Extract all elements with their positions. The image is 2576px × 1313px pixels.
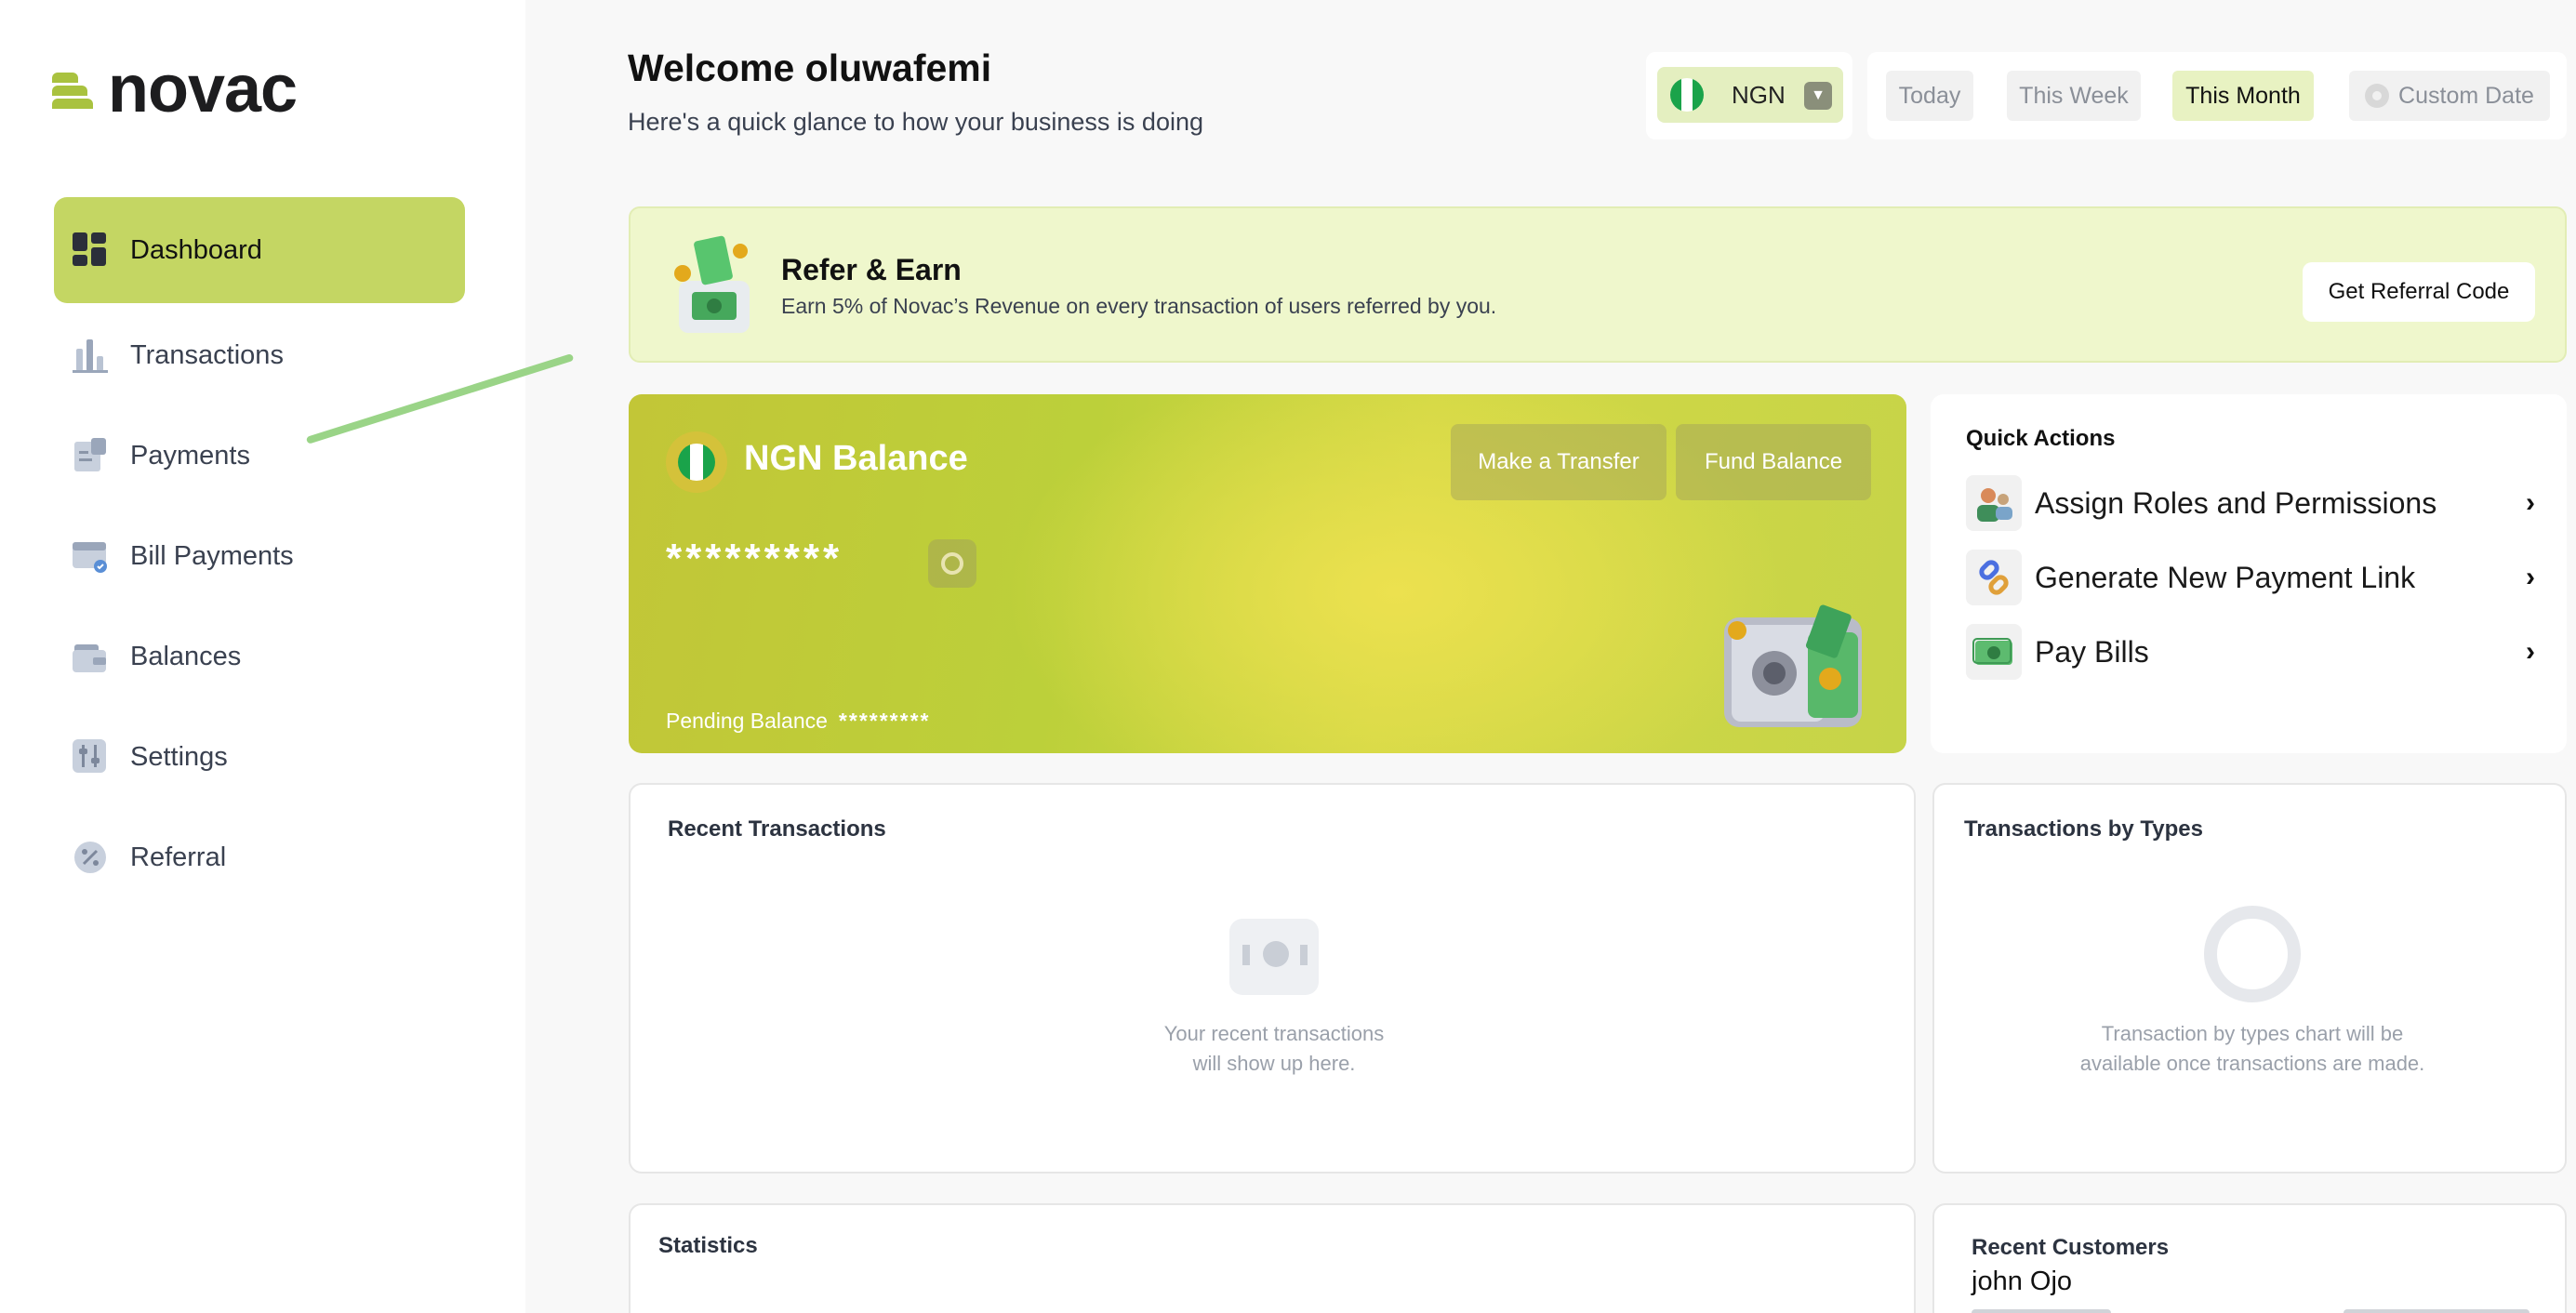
percent-badge-icon [73, 840, 108, 875]
cash-placeholder-icon [1229, 919, 1319, 995]
currency-label: NGN [1732, 80, 1786, 109]
balance-flag-badge [666, 431, 727, 493]
chevron-down-icon[interactable]: ▼ [1804, 82, 1832, 110]
quick-action-label: Generate New Payment Link [2035, 560, 2416, 594]
recent-transactions-empty-text: Your recent transactions will show up he… [1040, 1019, 1508, 1079]
nigeria-flag-icon [678, 444, 715, 481]
empty-text-line: will show up here. [1192, 1052, 1356, 1075]
balance-amount-masked: ********* [666, 536, 843, 581]
pending-balance-masked: ********* [838, 709, 931, 733]
link-icon [1966, 550, 2022, 605]
period-filter: Today This Week This Month Custom Date [1867, 52, 2567, 139]
money-box-illustration-icon [670, 232, 759, 337]
customer-name[interactable]: john Ojo [1972, 1267, 2072, 1297]
sidebar-item-referral[interactable]: Referral [54, 805, 465, 909]
safe-illustration-icon [1719, 604, 1866, 731]
period-custom-label: Custom Date [2398, 82, 2534, 109]
sidebar-item-label: Referral [130, 842, 227, 872]
sidebar: novac Dashboard Transactions Payments Bi… [0, 0, 525, 1313]
chevron-right-icon: › [2526, 636, 2535, 667]
chevron-right-icon: › [2526, 487, 2535, 518]
transactions-by-types-title: Transactions by Types [1964, 816, 2203, 842]
quick-action-assign-roles[interactable]: Assign Roles and Permissions › [1966, 474, 2535, 532]
currency-selector[interactable]: NGN ▼ [1657, 67, 1843, 123]
customer-row-details [1972, 1309, 2530, 1313]
statistics-title: Statistics [658, 1233, 758, 1258]
brand-logo[interactable]: novac [52, 52, 298, 126]
period-this-week[interactable]: This Week [2007, 71, 2141, 121]
sidebar-item-label: Balances [130, 641, 242, 671]
pending-balance-label: Pending Balance [666, 709, 828, 733]
bar-chart-icon [73, 338, 108, 373]
period-custom-date[interactable]: Custom Date [2349, 71, 2550, 121]
empty-text-line: Transaction by types chart will be [2101, 1022, 2404, 1045]
quick-action-payment-link[interactable]: Generate New Payment Link › [1966, 549, 2535, 606]
statistics-panel: Statistics [629, 1203, 1916, 1313]
sidebar-item-transactions[interactable]: Transactions [54, 303, 465, 407]
transactions-by-types-empty-text: Transaction by types chart will be avail… [2027, 1019, 2477, 1079]
sidebar-item-settings[interactable]: Settings [54, 705, 465, 809]
nigeria-flag-icon [1670, 78, 1704, 112]
page-title: Welcome oluwafemi [628, 46, 992, 89]
receipt-icon [73, 438, 108, 473]
sidebar-nav: Dashboard Transactions Payments Bill Pay… [54, 197, 465, 906]
refer-earn-banner: Refer & Earn Earn 5% of Novac’s Revenue … [629, 206, 2567, 363]
sliders-icon [73, 739, 108, 775]
sidebar-item-payments[interactable]: Payments [54, 404, 465, 508]
sidebar-item-dashboard[interactable]: Dashboard [54, 197, 465, 303]
pending-balance: Pending Balance ********* [666, 709, 930, 734]
gear-icon [2365, 84, 2390, 108]
chevron-right-icon: › [2526, 562, 2535, 592]
recent-transactions-panel: Recent Transactions Your recent transact… [629, 783, 1916, 1174]
novac-logo-icon [52, 67, 97, 112]
period-today[interactable]: Today [1886, 71, 1973, 121]
quick-actions-card: Quick Actions Assign Roles and Permissio… [1931, 394, 2567, 753]
sidebar-item-balances[interactable]: Balances [54, 604, 465, 709]
refer-subtitle: Earn 5% of Novac’s Revenue on every tran… [781, 294, 1497, 318]
empty-text-line: available once transactions are made. [2079, 1052, 2425, 1075]
recent-customers-title: Recent Customers [1972, 1235, 2170, 1260]
quick-action-label: Assign Roles and Permissions [2035, 485, 2437, 520]
make-transfer-button[interactable]: Make a Transfer [1451, 424, 1666, 500]
transactions-by-types-panel: Transactions by Types Transaction by typ… [1932, 783, 2567, 1174]
empty-donut-chart-icon [2204, 906, 2301, 1002]
get-referral-code-button[interactable]: Get Referral Code [2303, 262, 2535, 322]
refer-title: Refer & Earn [781, 253, 962, 286]
bill-icon [73, 538, 108, 574]
brand-name: novac [108, 52, 298, 126]
quick-action-pay-bills[interactable]: Pay Bills › [1966, 623, 2535, 681]
currency-selector-container: NGN ▼ [1646, 52, 1852, 139]
sidebar-item-label: Dashboard [130, 234, 262, 265]
sidebar-item-label: Transactions [130, 339, 284, 370]
dashboard-icon [73, 232, 108, 268]
quick-action-label: Pay Bills [2035, 634, 2149, 669]
balance-title: NGN Balance [744, 439, 968, 478]
balance-card: NGN Balance Make a Transfer Fund Balance… [629, 394, 1906, 753]
sidebar-item-label: Payments [130, 440, 250, 471]
users-roles-icon [1966, 475, 2022, 531]
sidebar-item-label: Settings [130, 741, 228, 772]
cash-icon [1966, 624, 2022, 680]
recent-customers-panel: Recent Customers john Ojo [1932, 1203, 2567, 1313]
recent-transactions-title: Recent Transactions [668, 816, 886, 842]
sidebar-item-bill-payments[interactable]: Bill Payments [54, 504, 465, 608]
period-this-month[interactable]: This Month [2172, 71, 2314, 121]
quick-actions-title: Quick Actions [1966, 426, 2116, 451]
empty-text-line: Your recent transactions [1163, 1022, 1385, 1045]
fund-balance-button[interactable]: Fund Balance [1676, 424, 1871, 500]
page-subtitle: Here's a quick glance to how your busine… [628, 108, 1203, 136]
wallet-icon [73, 639, 108, 674]
sidebar-item-label: Bill Payments [130, 540, 294, 571]
eye-toggle-icon[interactable] [928, 539, 976, 588]
